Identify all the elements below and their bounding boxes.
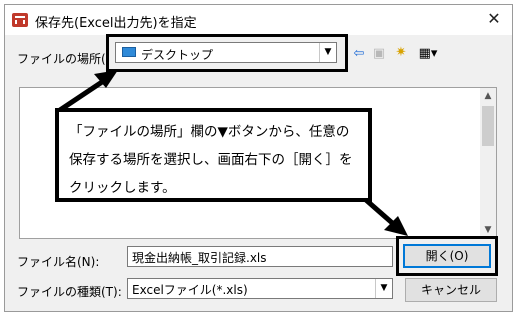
lookin-label: ファイルの場所(I): — [17, 52, 118, 66]
open-highlight: 開く(O) — [396, 236, 498, 276]
instruction-callout: 「ファイルの場所」欄の▼ボタンから、任意の 保存する場所を選択し、画面右下の［開… — [55, 108, 372, 202]
filetype-label: ファイルの種類(T): — [17, 285, 122, 299]
up-folder-icon[interactable]: ▣ — [370, 46, 388, 62]
scroll-up-icon[interactable]: ▲ — [480, 88, 496, 104]
callout-line-1: 「ファイルの場所」欄の▼ボタンから、任意の — [69, 124, 350, 140]
view-menu-icon[interactable]: ▦▾ — [415, 46, 441, 62]
filename-field[interactable]: 現金出納帳_取引記録.xls — [127, 246, 393, 267]
title-bar: 保存先(Excel出力先)を指定 ✕ — [5, 5, 512, 35]
filename-label: ファイル名(N): — [17, 255, 100, 269]
callout-line-3: クリックします。 — [69, 180, 176, 196]
chevron-down-icon[interactable]: ▼ — [375, 279, 392, 298]
desktop-icon — [122, 47, 136, 57]
new-folder-icon[interactable]: ✷ — [392, 45, 410, 61]
dialog-title: 保存先(Excel出力先)を指定 — [35, 16, 197, 31]
callout-line-2: 保存する場所を選択し、画面右下の［開く］を — [69, 152, 353, 168]
lookin-value: デスクトップ — [141, 48, 214, 62]
scroll-thumb[interactable] — [482, 106, 494, 146]
close-button[interactable]: ✕ — [484, 9, 504, 29]
cancel-button[interactable]: キャンセル — [405, 278, 497, 302]
open-button[interactable]: 開く(O) — [403, 244, 491, 268]
filetype-select[interactable]: Excelファイル(*.xls) ▼ — [127, 278, 393, 299]
back-icon[interactable]: ⇦ — [350, 46, 368, 62]
app-icon — [12, 13, 28, 27]
lookin-highlight: デスクトップ ▼ — [106, 34, 348, 72]
chevron-down-icon[interactable]: ▼ — [319, 43, 336, 62]
filetype-value: Excelファイル(*.xls) — [132, 283, 248, 297]
vertical-scrollbar[interactable]: ▲ ▼ — [480, 88, 496, 238]
lookin-combo[interactable]: デスクトップ ▼ — [115, 42, 337, 63]
